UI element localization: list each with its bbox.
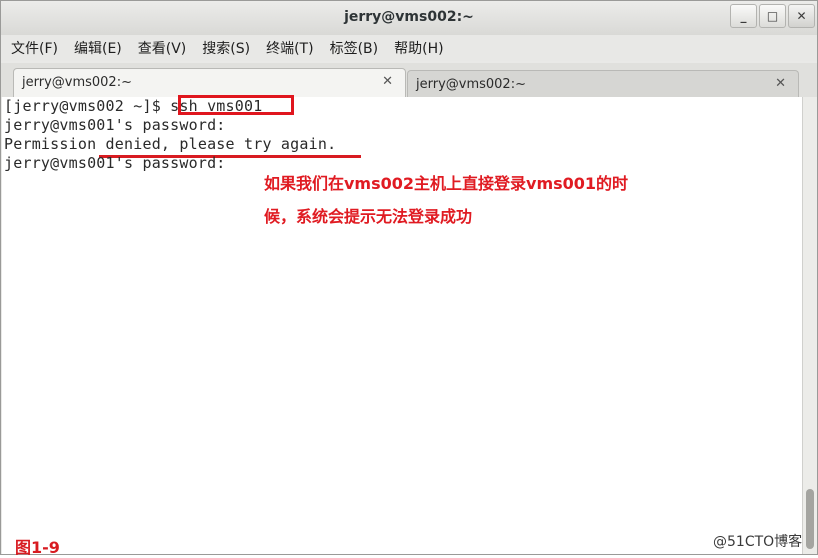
minimize-button[interactable]: _ <box>730 4 757 28</box>
output-line: Permission denied, please try again. <box>4 135 337 153</box>
annotation-line-2: 候，系统会提示无法登录成功 <box>264 207 473 226</box>
tab-1[interactable]: jerry@vms002:~ ✕ <box>13 68 406 97</box>
title-bar[interactable]: jerry@vms002:~ _ □ ✕ <box>1 1 817 35</box>
menu-tabs[interactable]: 标签(B) <box>330 38 379 58</box>
watermark: @51CTO博客 <box>713 534 803 550</box>
figure-label: 图1-9 <box>15 538 60 557</box>
tab-2-label: jerry@vms002:~ <box>416 77 526 92</box>
terminal-output[interactable]: [jerry@vms002 ~]$ ssh vms001 jerry@vms00… <box>2 95 802 554</box>
menu-file[interactable]: 文件(F) <box>11 38 58 58</box>
output-line: jerry@vms001's password: <box>4 116 226 134</box>
shell-prompt: [jerry@vms002 ~]$ <box>4 97 171 115</box>
annotation-line-1: 如果我们在vms002主机上直接登录vms001的时 <box>264 174 629 193</box>
tab-2-close-icon[interactable]: ✕ <box>775 76 786 91</box>
menu-bar: 文件(F) 编辑(E) 查看(V) 搜索(S) 终端(T) 标签(B) 帮助(H… <box>1 35 817 61</box>
menu-edit[interactable]: 编辑(E) <box>74 38 122 58</box>
command-highlight-box <box>178 95 294 115</box>
window-controls: _ □ ✕ <box>728 4 815 28</box>
vertical-scrollbar[interactable] <box>802 97 817 554</box>
tab-1-label: jerry@vms002:~ <box>22 75 132 90</box>
output-line: jerry@vms001's password: <box>4 154 226 172</box>
menu-terminal[interactable]: 终端(T) <box>266 38 313 58</box>
terminal-window: jerry@vms002:~ _ □ ✕ 文件(F) 编辑(E) 查看(V) 搜… <box>0 0 818 557</box>
maximize-button[interactable]: □ <box>759 4 786 28</box>
menu-search[interactable]: 搜索(S) <box>202 38 250 58</box>
tab-2[interactable]: jerry@vms002:~ ✕ <box>407 70 799 97</box>
close-button[interactable]: ✕ <box>788 4 815 28</box>
scrollbar-thumb[interactable] <box>806 489 814 549</box>
menu-view[interactable]: 查看(V) <box>138 38 187 58</box>
tab-bar: jerry@vms002:~ ✕ jerry@vms002:~ ✕ <box>1 63 817 97</box>
menu-help[interactable]: 帮助(H) <box>394 38 443 58</box>
tab-1-close-icon[interactable]: ✕ <box>382 74 393 89</box>
window-title: jerry@vms002:~ <box>344 9 474 25</box>
